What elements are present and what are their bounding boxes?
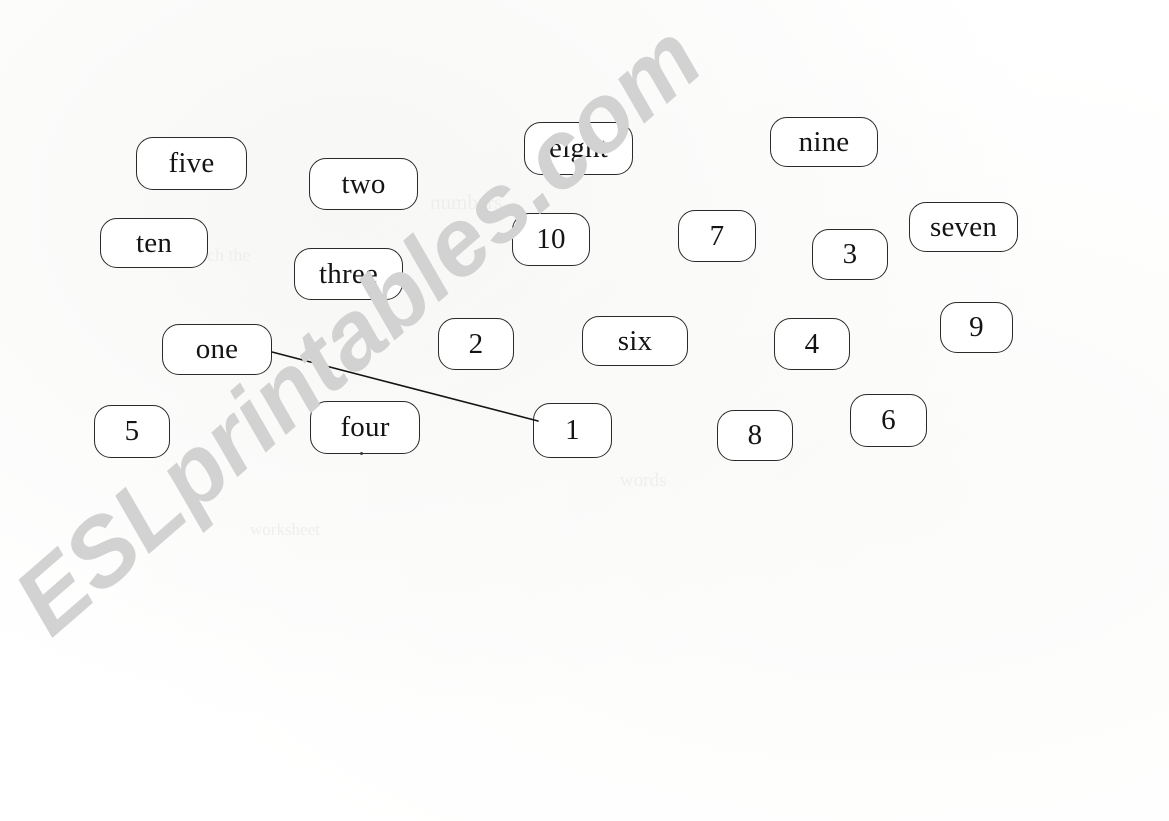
worksheet-page: numbers match the words worksheet five two ei… — [0, 0, 1169, 821]
card-four[interactable]: four — [310, 401, 420, 454]
card-n8[interactable]: 8 — [717, 410, 793, 461]
card-label: 5 — [124, 415, 140, 447]
card-label: six — [617, 324, 653, 357]
card-label: one — [195, 333, 239, 365]
card-label: four — [340, 411, 390, 443]
card-label: 3 — [842, 238, 858, 270]
card-n10[interactable]: 10 — [512, 213, 590, 266]
card-n9[interactable]: 9 — [940, 302, 1013, 353]
card-ten[interactable]: ten — [100, 218, 208, 268]
card-n1[interactable]: 1 — [533, 403, 612, 458]
ghost-text: words — [620, 470, 667, 491]
card-seven[interactable]: seven — [909, 202, 1018, 252]
speck-under-four — [360, 452, 363, 455]
card-label: 9 — [969, 311, 984, 343]
card-label: 1 — [565, 414, 580, 446]
card-n4[interactable]: 4 — [774, 318, 850, 370]
card-label: five — [168, 147, 215, 179]
card-six[interactable]: six — [582, 316, 688, 366]
ghost-text: worksheet — [250, 520, 320, 539]
card-eight[interactable]: eight — [524, 122, 633, 175]
card-label: 6 — [881, 404, 896, 436]
card-label: three — [319, 257, 378, 290]
card-label: 2 — [468, 327, 484, 360]
card-label: 8 — [747, 419, 763, 451]
card-label: nine — [798, 125, 850, 158]
card-three[interactable]: three — [294, 248, 403, 300]
card-two[interactable]: two — [309, 158, 418, 210]
card-n6[interactable]: 6 — [850, 394, 927, 447]
card-label: 4 — [804, 327, 820, 360]
ghost-text: numbers — [430, 190, 503, 214]
card-n5[interactable]: 5 — [94, 405, 170, 458]
card-label: 10 — [536, 223, 566, 255]
card-n3[interactable]: 3 — [812, 229, 888, 280]
card-label: seven — [929, 210, 998, 243]
card-n7[interactable]: 7 — [678, 210, 756, 262]
card-five[interactable]: five — [136, 137, 247, 190]
card-nine[interactable]: nine — [770, 117, 878, 167]
card-label: two — [341, 167, 386, 200]
card-label: eight — [549, 132, 608, 164]
card-one[interactable]: one — [162, 324, 272, 375]
card-label: ten — [135, 226, 173, 259]
card-n2[interactable]: 2 — [438, 318, 514, 370]
card-label: 7 — [709, 219, 725, 252]
